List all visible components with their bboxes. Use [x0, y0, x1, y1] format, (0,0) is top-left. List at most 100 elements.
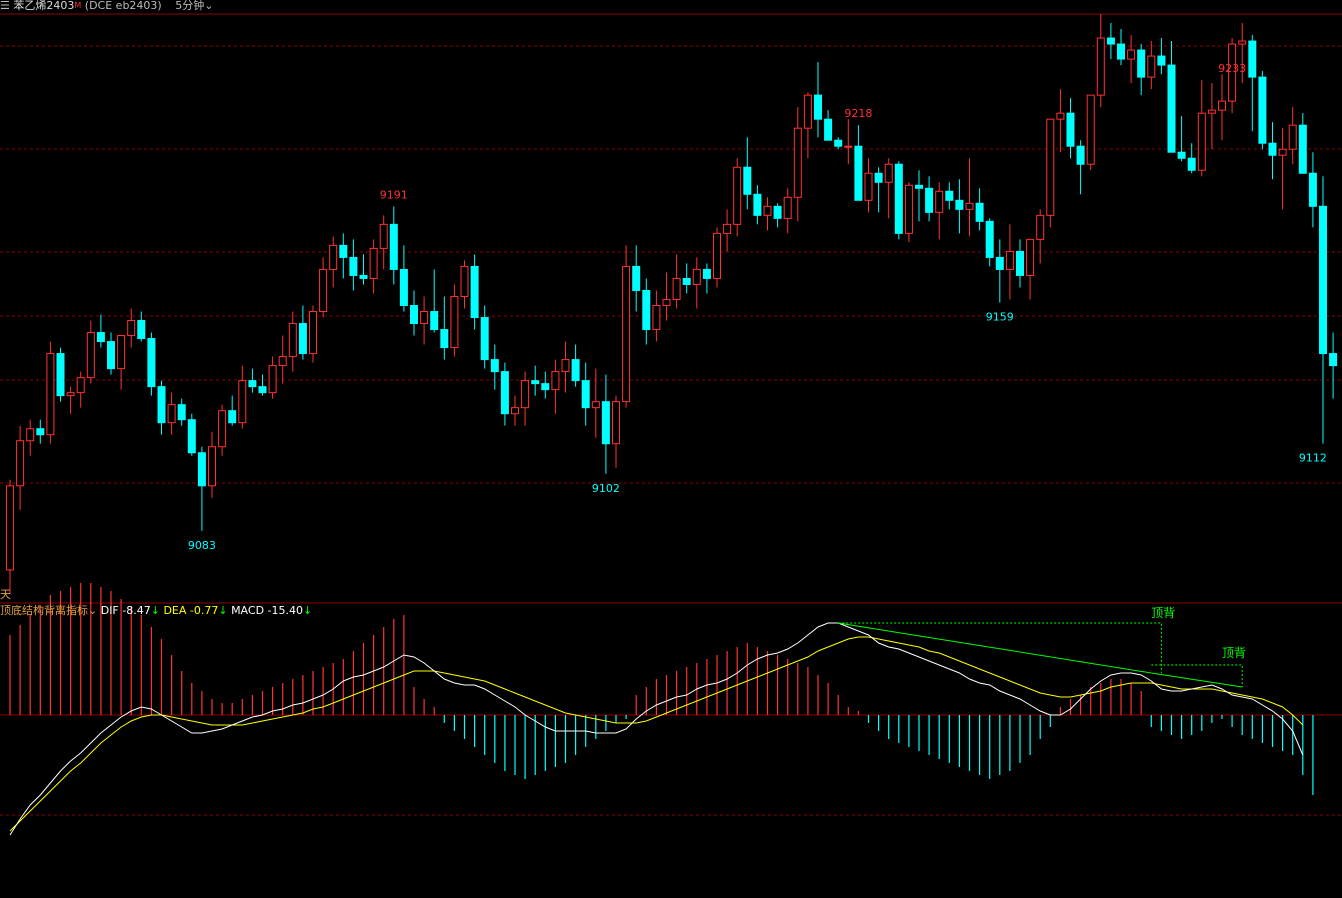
candle-up [127, 320, 136, 337]
candle-up [844, 145, 853, 148]
candle-up [662, 298, 671, 306]
low-price-label: 9112 [1299, 452, 1327, 465]
divergence-annotations: 顶背顶背 [838, 606, 1246, 688]
low-price-label: 9102 [592, 482, 620, 495]
candle-down [753, 193, 762, 216]
macd-value: MACD -15.40 [231, 604, 303, 617]
candle-up [268, 365, 277, 394]
candle-down [1016, 250, 1024, 276]
candle-up [1005, 250, 1014, 270]
down-arrow-icon: ↓ [303, 604, 313, 617]
chart-canvas: 9191921892339083910291599112 顶背顶背 [0, 13, 1342, 836]
candle-up [218, 410, 227, 448]
candle-up [622, 265, 631, 403]
candle-up [965, 202, 974, 210]
candle-down [480, 317, 489, 361]
candle-up [803, 94, 812, 129]
macd-legend: 顶底结构背离指标⌄ DIF -8.47↓ DEA -0.77↓ MACD -15… [0, 603, 312, 618]
dif-line [9, 622, 1304, 836]
candle-down [187, 419, 196, 454]
candle-up [713, 232, 721, 279]
candle-up [723, 223, 732, 234]
candle-up [1127, 49, 1136, 60]
candle-up [551, 371, 560, 391]
candle-up [26, 428, 35, 442]
candle-up [309, 311, 317, 355]
candle-down [1319, 205, 1327, 355]
candle-down [743, 166, 752, 195]
candle-down [359, 274, 368, 279]
candle-up [793, 127, 802, 198]
period-selector[interactable]: 5分钟⌄ [175, 0, 213, 12]
candle-up [319, 268, 328, 313]
menu-icon[interactable]: ☰ [0, 0, 10, 12]
candle-down [1308, 172, 1317, 207]
candle-down [430, 311, 439, 331]
candle-down [157, 386, 166, 424]
exchange-code: (DCE eb2403) [84, 0, 162, 12]
candle-down [834, 139, 843, 147]
candle-up [763, 205, 772, 216]
candle-down [702, 268, 711, 279]
candle-up [238, 380, 247, 424]
candle-up [86, 332, 95, 379]
low-price-label: 9083 [188, 539, 216, 552]
candle-down [1066, 112, 1075, 147]
candle-up [733, 166, 742, 225]
candle-up [450, 295, 459, 349]
candle-down [1298, 124, 1307, 174]
candle-down [177, 404, 186, 421]
candle-down [985, 220, 994, 258]
candle-down [945, 190, 954, 201]
divergence-line [838, 622, 1152, 674]
candle-up [117, 335, 126, 370]
candle-up [511, 407, 519, 415]
candle-down [248, 380, 257, 388]
candle-up [692, 268, 701, 285]
candle-up [460, 265, 469, 297]
divergence-guide [1151, 664, 1243, 687]
down-arrow-icon: ↓ [218, 604, 228, 617]
candle-up [1096, 37, 1105, 96]
candle-down [1157, 55, 1166, 66]
candle-up [66, 392, 75, 397]
candle-up [1218, 100, 1226, 111]
candle-up [1086, 94, 1095, 165]
candle-down [1106, 37, 1115, 45]
candle-down [541, 383, 550, 391]
candle-down [531, 380, 540, 385]
candle-up [167, 404, 176, 424]
candle-up [1046, 118, 1055, 216]
candle-up [935, 190, 944, 213]
candle-down [642, 289, 651, 331]
dea-value: DEA -0.77 [163, 604, 219, 617]
candle-down [632, 265, 641, 291]
macd-lines [9, 622, 1304, 836]
candle-down [258, 386, 267, 394]
candle-down [147, 338, 156, 388]
high-price-label: 9191 [380, 188, 408, 201]
candle-down [1268, 142, 1277, 156]
price-extreme-labels: 9191 9218 9233 9083 9102 9159 9112 [188, 62, 1327, 552]
candle-up [521, 380, 530, 409]
candle-up [612, 401, 620, 445]
candle-up [783, 196, 792, 219]
candle-down [995, 256, 1004, 270]
candle-down [1167, 64, 1176, 153]
candle-up [884, 163, 893, 183]
candle-down [410, 304, 418, 325]
candle-down [1187, 157, 1196, 171]
candle-down [894, 163, 903, 234]
candle-down [915, 184, 923, 189]
candle-down [197, 452, 206, 487]
candle-down [1329, 353, 1338, 367]
candle-up [16, 440, 25, 487]
indicator-selector[interactable]: 顶底结构背离指标⌄ [0, 604, 97, 617]
candle-down [500, 371, 509, 415]
candle-down [1076, 145, 1085, 165]
candle-up [1288, 124, 1297, 150]
candle-down [854, 145, 863, 201]
divergence-line [1151, 672, 1243, 688]
candle-up [1036, 214, 1045, 240]
candle-down [440, 329, 449, 349]
